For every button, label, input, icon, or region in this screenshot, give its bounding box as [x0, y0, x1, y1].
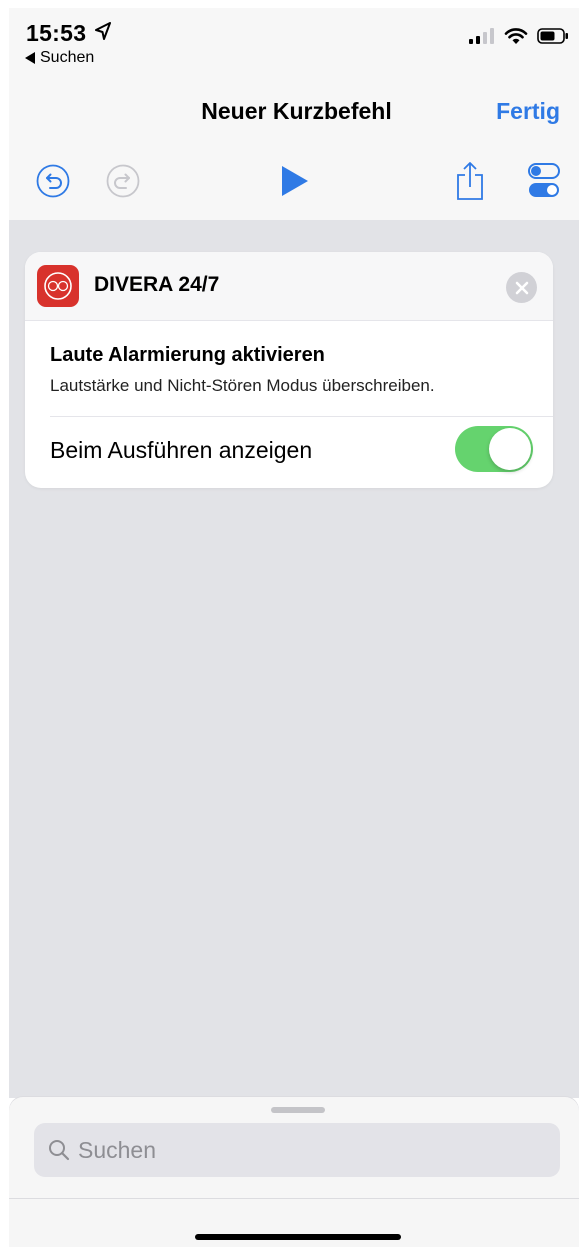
action-description: Lautstärke und Nicht-Stören Modus übersc… [50, 376, 435, 395]
actions-bottom-sheet [9, 1097, 579, 1247]
run-button[interactable] [275, 161, 315, 201]
top-bar: 15:53 Suchen Neuer Kurzbefehl Fertig [9, 8, 579, 220]
search-bar[interactable] [34, 1123, 560, 1177]
search-input[interactable] [78, 1136, 538, 1164]
status-icons [469, 27, 569, 45]
action-card[interactable]: DIVERA 24/7 Laute Alarmierung aktivieren… [25, 252, 553, 488]
show-when-run-label: Beim Ausführen anzeigen [50, 437, 313, 463]
divera-app-icon [37, 265, 79, 307]
sheet-grabber[interactable] [271, 1107, 325, 1113]
signal-icon [469, 28, 494, 44]
status-time: 15:53 [26, 20, 87, 46]
battery-icon [537, 28, 568, 44]
divider [50, 416, 553, 417]
location-arrow-icon [95, 22, 111, 40]
share-button[interactable] [450, 161, 490, 201]
done-button[interactable]: Fertig [496, 98, 560, 125]
app-name: DIVERA 24/7 [94, 273, 220, 296]
close-icon [515, 281, 528, 294]
undo-button[interactable] [33, 161, 73, 201]
back-triangle-icon [25, 52, 35, 64]
divera-logo-icon [44, 272, 72, 300]
home-indicator [195, 1234, 401, 1240]
remove-action-button[interactable] [506, 272, 537, 303]
play-icon [282, 166, 308, 196]
undo-icon [36, 164, 70, 198]
back-to-search-link[interactable]: Suchen [25, 49, 94, 67]
redo-icon [106, 164, 140, 198]
action-card-header: DIVERA 24/7 [25, 252, 553, 321]
shortcut-canvas: DIVERA 24/7 Laute Alarmierung aktivieren… [9, 220, 579, 1098]
settings-button[interactable] [524, 161, 564, 201]
page-title: Neuer Kurzbefehl [201, 98, 392, 124]
action-title: Laute Alarmierung aktivieren [50, 344, 325, 366]
show-when-run-toggle[interactable] [455, 426, 533, 472]
share-icon [457, 162, 483, 200]
redo-button[interactable] [103, 161, 143, 201]
back-label: Suchen [40, 49, 95, 66]
search-icon [49, 1140, 70, 1161]
settings-toggle-icon [528, 163, 560, 197]
sheet-divider [9, 1198, 579, 1199]
shortcut-editor-screen: 15:53 Suchen Neuer Kurzbefehl Fertig DIV… [0, 0, 579, 1247]
toggle-knob [489, 428, 531, 470]
wifi-icon [504, 28, 528, 44]
